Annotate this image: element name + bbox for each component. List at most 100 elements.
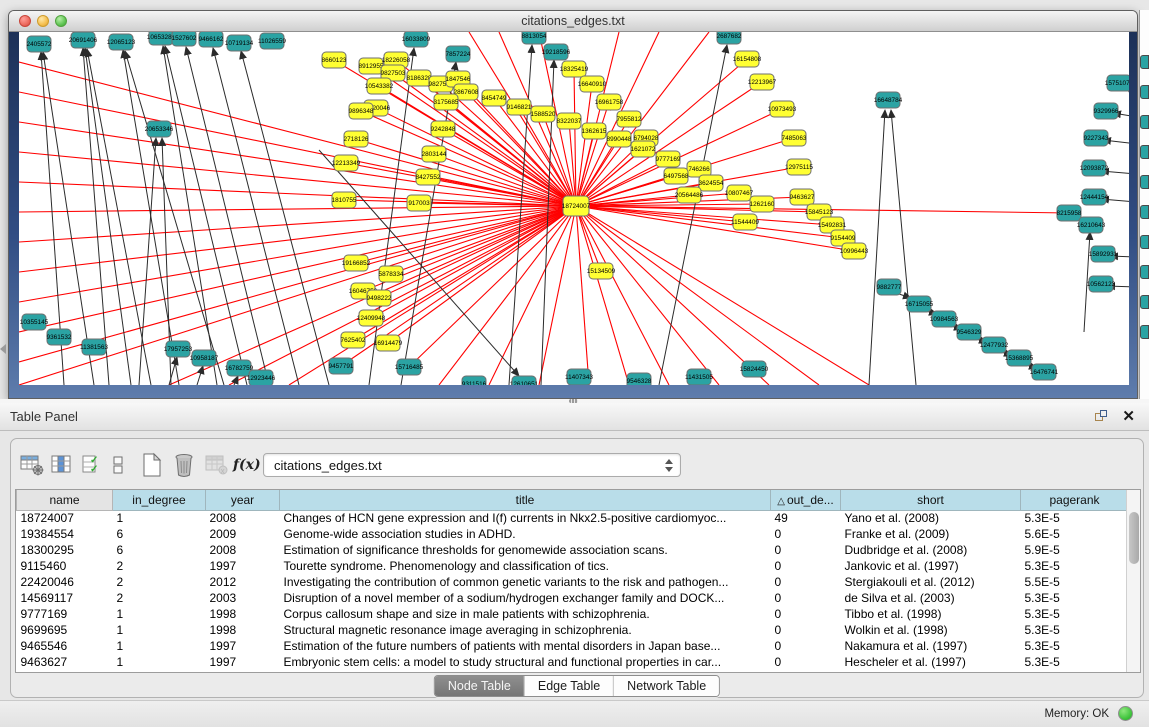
graph-node-yellow[interactable]: 10543382 (365, 78, 394, 94)
graph-node-yellow[interactable]: 16914479 (374, 335, 403, 351)
graph-node-yellow[interactable]: 9146821 (507, 99, 532, 115)
function-builder-icon[interactable]: f(x) (233, 451, 259, 479)
close-panel-icon[interactable]: ✕ (1122, 407, 1135, 425)
show-columns-icon[interactable] (49, 451, 77, 479)
table-cell[interactable]: 5.3E-5 (1021, 622, 1129, 638)
graph-node-teal[interactable]: 12065123 (107, 34, 136, 50)
graph-node-yellow[interactable]: 3624554 (699, 175, 724, 191)
create-column-icon[interactable] (139, 451, 167, 479)
graph-node-teal[interactable]: 10984563 (930, 311, 959, 327)
delete-table-icon[interactable]: x (203, 451, 231, 479)
graph-node-yellow[interactable]: 16961758 (595, 94, 624, 110)
table-cell[interactable]: 0 (771, 542, 841, 558)
table-cell[interactable]: 2012 (206, 574, 280, 590)
table-cell[interactable]: Embryonic stem cells: a model to study s… (280, 654, 771, 670)
table-cell[interactable]: Investigating the contribution of common… (280, 574, 771, 590)
table-cell[interactable]: Estimation of the future numbers of pati… (280, 638, 771, 654)
table-cell[interactable]: 6 (113, 526, 206, 542)
graph-node-teal[interactable]: 16476741 (1030, 364, 1059, 380)
graph-node-teal[interactable]: 16210643 (1077, 217, 1106, 233)
graph-node-yellow[interactable]: 18325419 (560, 61, 589, 77)
graph-node-yellow[interactable]: 8454749 (482, 90, 507, 106)
table-cell[interactable]: Jankovic et al. (1997) (841, 558, 1021, 574)
column-header-name[interactable]: name (17, 490, 113, 510)
graph-node-yellow[interactable]: 11544409 (731, 214, 759, 230)
table-cell[interactable]: 9115460 (17, 558, 113, 574)
table-cell[interactable]: 9777169 (17, 606, 113, 622)
table-cell[interactable]: 14569117 (17, 590, 113, 606)
table-cell[interactable]: 2003 (206, 590, 280, 606)
graph-node-teal[interactable]: 8813054 (522, 32, 547, 44)
select-all-columns-icon[interactable]: ✓✓ (79, 451, 107, 479)
graph-node-teal[interactable]: 9546328 (627, 373, 652, 385)
table-cell[interactable]: 1 (113, 510, 206, 526)
graph-node-yellow[interactable]: 3175685 (434, 94, 459, 110)
graph-node-teal[interactable]: 16715055 (905, 296, 934, 312)
graph-node-teal[interactable]: 1527602 (172, 32, 197, 46)
network-canvas[interactable]: 8660123891295518226058982750381863281054… (19, 32, 1129, 385)
citation-network-graph[interactable]: 8660123891295518226058982750381863281054… (19, 32, 1129, 385)
table-cell[interactable]: 6 (113, 542, 206, 558)
table-cell[interactable]: 9463627 (17, 654, 113, 670)
graph-node-yellow[interactable]: 6497568 (664, 168, 689, 184)
table-cell[interactable]: Dudbridge et al. (2008) (841, 542, 1021, 558)
graph-node-yellow[interactable]: 12213349 (332, 155, 361, 171)
column-header-short[interactable]: short (841, 490, 1021, 510)
node-table[interactable]: namein_degreeyeartitle△out_de...shortpag… (15, 489, 1141, 673)
table-cell[interactable]: 2008 (206, 542, 280, 558)
graph-node-teal[interactable]: 20653346 (145, 121, 174, 137)
table-cell[interactable]: Estimation of significance thresholds fo… (280, 542, 771, 558)
table-cell[interactable]: 0 (771, 590, 841, 606)
graph-node-yellow[interactable]: 1262160 (750, 196, 775, 212)
table-cell[interactable]: 19384554 (17, 526, 113, 542)
graph-node-yellow[interactable]: 19166852 (342, 255, 371, 271)
graph-node-teal[interactable]: 10958187 (190, 350, 219, 366)
graph-node-yellow[interactable]: 9777169 (656, 151, 681, 167)
table-cell[interactable]: Disruption of a novel member of a sodium… (280, 590, 771, 606)
delete-column-icon[interactable] (171, 451, 199, 479)
graph-node-yellow[interactable]: 10973493 (768, 101, 797, 117)
graph-node-teal[interactable]: 17957253 (164, 341, 193, 357)
graph-node-teal[interactable]: 2405572 (27, 36, 52, 52)
graph-node-yellow[interactable]: 9896348 (349, 103, 374, 119)
graph-node-yellow[interactable]: 1362615 (582, 123, 607, 139)
table-cell[interactable]: 1997 (206, 638, 280, 654)
graph-node-yellow[interactable]: 15134509 (587, 263, 616, 279)
table-cell[interactable]: 18300295 (17, 542, 113, 558)
graph-node-teal[interactable]: 8215958 (1057, 205, 1082, 221)
scrollbar-thumb[interactable] (1129, 512, 1139, 564)
table-cell[interactable]: Tibbo et al. (1998) (841, 606, 1021, 622)
table-cell[interactable]: 5.3E-5 (1021, 638, 1129, 654)
graph-node-teal[interactable]: 10355145 (20, 314, 49, 330)
tab-edge-table[interactable]: Edge Table (525, 676, 614, 696)
table-cell[interactable]: 1 (113, 622, 206, 638)
table-cell[interactable]: Genome-wide association studies in ADHD. (280, 526, 771, 542)
table-cell[interactable]: 1 (113, 638, 206, 654)
graph-node-teal[interactable]: 15751074 (1105, 75, 1129, 91)
graph-node-yellow[interactable]: 7625402 (341, 332, 366, 348)
table-cell[interactable]: 5.3E-5 (1021, 654, 1129, 670)
table-cell[interactable]: 5.3E-5 (1021, 590, 1129, 606)
graph-node-yellow[interactable]: 10807467 (725, 185, 754, 201)
table-cell[interactable]: 1 (113, 606, 206, 622)
table-cell[interactable]: 22420046 (17, 574, 113, 590)
graph-node-yellow[interactable]: 10996443 (840, 243, 869, 259)
graph-node-yellow[interactable]: 12213967 (748, 74, 777, 90)
table-row[interactable]: 911546021997Tourette syndrome. Phenomeno… (17, 558, 1129, 574)
graph-node-yellow[interactable]: 18724007 (562, 196, 591, 216)
table-row[interactable]: 1830029562008Estimation of significance … (17, 542, 1129, 558)
column-header-in_degree[interactable]: in_degree (113, 490, 206, 510)
column-header-pagerank[interactable]: pagerank (1021, 490, 1129, 510)
float-panel-icon[interactable] (1095, 410, 1109, 424)
graph-node-teal[interactable]: 9227343 (1084, 130, 1109, 146)
graph-node-teal[interactable]: 7857224 (446, 46, 471, 62)
table-row[interactable]: 2242004622012Investigating the contribut… (17, 574, 1129, 590)
graph-node-teal[interactable]: 11431505 (685, 369, 713, 385)
table-cell[interactable]: 49 (771, 510, 841, 526)
table-cell[interactable]: 5.3E-5 (1021, 606, 1129, 622)
graph-node-yellow[interactable]: 8660123 (322, 52, 347, 68)
panel-collapse-handle[interactable] (0, 344, 6, 354)
graph-node-yellow[interactable]: 9498222 (367, 290, 392, 306)
graph-node-yellow[interactable]: 5878334 (379, 266, 404, 282)
table-cell[interactable]: 0 (771, 654, 841, 670)
